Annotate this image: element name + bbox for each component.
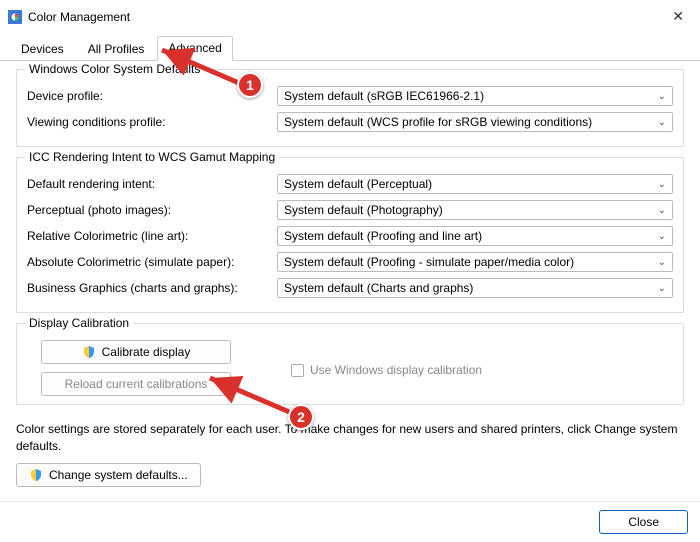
shield-icon (82, 345, 96, 359)
relative-label: Relative Colorimetric (line art): (27, 229, 277, 243)
change-system-defaults-label: Change system defaults... (49, 468, 188, 482)
change-system-defaults-button[interactable]: Change system defaults... (16, 463, 201, 487)
group-wcs-title: Windows Color System Defaults (25, 62, 204, 76)
window-close-button[interactable]: ✕ (666, 6, 690, 27)
tab-devices[interactable]: Devices (10, 37, 75, 61)
calibrate-display-label: Calibrate display (102, 345, 191, 359)
perceptual-dropdown[interactable]: System default (Photography) ⌄ (277, 200, 673, 220)
perceptual-value: System default (Photography) (284, 203, 443, 217)
chevron-down-icon: ⌄ (658, 283, 666, 294)
default-intent-dropdown[interactable]: System default (Perceptual) ⌄ (277, 174, 673, 194)
absolute-label: Absolute Colorimetric (simulate paper): (27, 255, 277, 269)
close-button[interactable]: Close (599, 510, 688, 534)
use-windows-calibration-checkbox[interactable]: Use Windows display calibration (291, 344, 482, 396)
default-intent-value: System default (Perceptual) (284, 177, 432, 191)
viewing-conditions-dropdown[interactable]: System default (WCS profile for sRGB vie… (277, 112, 673, 132)
reload-calibrations-label: Reload current calibrations (65, 377, 208, 391)
footer-note: Color settings are stored separately for… (0, 419, 700, 461)
absolute-dropdown[interactable]: System default (Proofing - simulate pape… (277, 252, 673, 272)
chevron-down-icon: ⌄ (658, 117, 666, 128)
checkbox-box-icon (291, 364, 304, 377)
chevron-down-icon: ⌄ (658, 231, 666, 242)
use-windows-calibration-label: Use Windows display calibration (310, 363, 482, 377)
device-profile-value: System default (sRGB IEC61966-2.1) (284, 89, 484, 103)
tab-strip: Devices All Profiles Advanced (0, 31, 700, 61)
device-profile-label: Device profile: (27, 89, 277, 103)
relative-value: System default (Proofing and line art) (284, 229, 482, 243)
dialog-button-bar: Close (0, 501, 700, 542)
reload-calibrations-button[interactable]: Reload current calibrations (41, 372, 231, 396)
absolute-value: System default (Proofing - simulate pape… (284, 255, 574, 269)
business-dropdown[interactable]: System default (Charts and graphs) ⌄ (277, 278, 673, 298)
calibrate-display-button[interactable]: Calibrate display (41, 340, 231, 364)
viewing-conditions-label: Viewing conditions profile: (27, 115, 277, 129)
default-intent-label: Default rendering intent: (27, 177, 277, 191)
group-display-calibration: Display Calibration Calibrate display Re… (16, 323, 684, 405)
shield-icon (29, 468, 43, 482)
business-label: Business Graphics (charts and graphs): (27, 281, 277, 295)
group-wcs-defaults: Windows Color System Defaults Device pro… (16, 69, 684, 147)
group-calibration-title: Display Calibration (25, 316, 133, 330)
group-icc-mapping: ICC Rendering Intent to WCS Gamut Mappin… (16, 157, 684, 313)
title-bar: Color Management ✕ (0, 0, 700, 31)
chevron-down-icon: ⌄ (658, 91, 666, 102)
group-icc-title: ICC Rendering Intent to WCS Gamut Mappin… (25, 150, 279, 164)
chevron-down-icon: ⌄ (658, 205, 666, 216)
tab-all-profiles[interactable]: All Profiles (77, 37, 156, 61)
business-value: System default (Charts and graphs) (284, 281, 473, 295)
window-title: Color Management (28, 10, 130, 24)
device-profile-dropdown[interactable]: System default (sRGB IEC61966-2.1) ⌄ (277, 86, 673, 106)
chevron-down-icon: ⌄ (658, 257, 666, 268)
app-icon (8, 10, 22, 24)
relative-dropdown[interactable]: System default (Proofing and line art) ⌄ (277, 226, 673, 246)
tab-advanced[interactable]: Advanced (157, 36, 232, 61)
chevron-down-icon: ⌄ (658, 179, 666, 190)
perceptual-label: Perceptual (photo images): (27, 203, 277, 217)
viewing-conditions-value: System default (WCS profile for sRGB vie… (284, 115, 592, 129)
